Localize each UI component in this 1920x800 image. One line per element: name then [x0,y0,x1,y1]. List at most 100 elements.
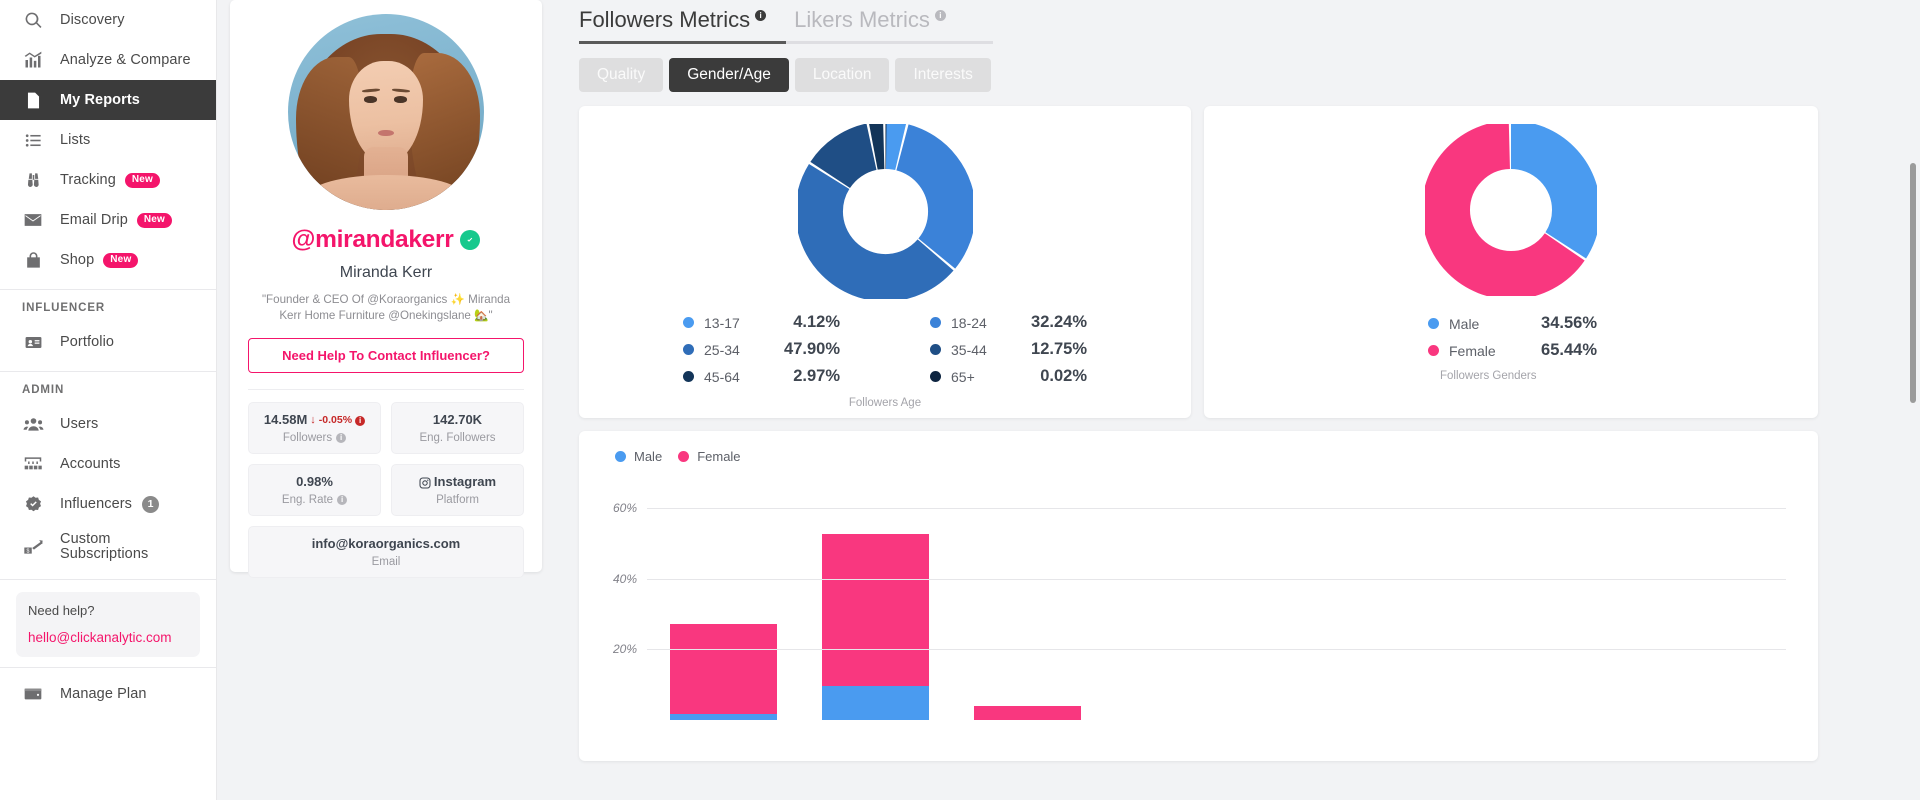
bar-segment-female[interactable] [973,705,1081,720]
sidebar-item-label: Accounts [60,456,121,472]
stat-value-row: 14.58M ↓ -0.05% i [263,412,366,428]
legend-label: 13-17 [704,314,740,331]
metrics-tabs: Followers Metrics i Likers Metrics i [579,0,1896,44]
legend-value: 4.12% [793,313,840,331]
help-box: Need help? hello@clickanalytic.com [16,592,200,657]
info-icon[interactable]: i [355,415,366,426]
stat-value-row: info@koraorganics.com [312,536,460,552]
bar-slot [951,705,1103,720]
stacked-bar[interactable] [821,533,929,720]
sidebar-item-users[interactable]: Users [0,404,216,444]
stat-value: 0.98% [296,474,333,490]
sidebar-divider [0,289,216,290]
age-chart-caption: Followers Age [848,397,922,409]
vertical-scrollbar[interactable] [1910,163,1916,403]
legend-item: 13-17 4.12% [683,309,840,336]
profile-stats-grid: 14.58M ↓ -0.05% i Followers i 142.70K En… [248,402,524,578]
y-axis-tick-label: 20% [612,642,637,657]
bar-chart-plot: 20% 40% 60% [613,480,1786,720]
sidebar-badge-count: 1 [142,495,160,513]
stacked-bar[interactable] [669,624,777,720]
stat-label-row: Email [372,556,401,568]
stat-label-row: Eng. Followers [419,432,495,444]
legend-item: 65+ 0.02% [930,363,1087,390]
tab-followers-metrics[interactable]: Followers Metrics i [579,7,767,44]
stacked-bar[interactable] [973,705,1081,720]
info-icon[interactable]: i [337,494,348,505]
stat-label: Platform [436,493,479,506]
stat-eng-followers[interactable]: 142.70K Eng. Followers [391,402,524,454]
stat-followers[interactable]: 14.58M ↓ -0.05% i Followers i [248,402,381,454]
legend-item: Female [678,449,741,464]
tab-label: Likers Metrics [794,7,930,32]
sidebar-item-portfolio[interactable]: Portfolio [0,322,216,362]
pill-location[interactable]: Location [794,58,890,92]
pill-gender-age[interactable]: Gender/Age [669,58,789,92]
bar-segment-male[interactable] [669,714,777,720]
legend-color-swatch [683,344,694,355]
bar-segment-female[interactable] [669,624,777,715]
legend-value: 2.97% [793,367,840,385]
pill-interests[interactable]: Interests [895,58,991,92]
tab-likers-metrics[interactable]: Likers Metrics i [794,7,946,44]
sidebar-item-label: Portfolio [60,334,115,350]
stat-platform[interactable]: Instagram Platform [391,464,524,516]
legend-label: Male [634,449,663,464]
age-legend: 13-17 4.12% 18-24 32.24% 25-34 47.90% 35-44 12.… [579,309,1191,390]
sidebar-item-my-reports[interactable]: My Reports [0,80,216,120]
info-icon[interactable]: i [934,10,946,21]
legend-color-swatch [615,451,626,462]
bar-segment-female[interactable] [821,533,929,687]
stat-eng-rate[interactable]: 0.98% Eng. Rate i [248,464,381,516]
sidebar-item-lists[interactable]: Lists [0,120,216,160]
gender-chart-caption: Followers Genders [1440,370,1537,382]
bar-segment-male[interactable] [821,686,929,720]
sidebar-item-label: My Reports [60,92,140,108]
sidebar-item-email-drip[interactable]: Email Drip New [0,200,216,240]
stat-label: Followers [282,431,333,444]
wallet-icon [22,683,44,705]
profile-handle[interactable]: @mirandakerr [292,226,454,254]
stat-value: 14.58M [263,412,308,428]
sidebar-item-analyze-compare[interactable]: Analyze & Compare [0,40,216,80]
stat-value-row: Instagram [419,474,496,490]
legend-color-swatch [930,371,941,382]
legend-item: 35-44 12.75% [930,336,1087,363]
chart-line-icon [22,49,44,71]
sidebar-main-group: Discovery Analyze & Compare My Reports L… [0,0,216,280]
age-donut-chart [797,124,973,299]
legend-value: 12.75% [1031,340,1087,358]
sidebar-item-accounts[interactable]: Accounts [0,444,216,484]
sidebar-item-label: Custom Subscriptions [60,531,149,562]
sidebar-item-influencers[interactable]: Influencers 1 [0,484,216,524]
sidebar-item-tracking[interactable]: Tracking New [0,160,216,200]
stat-email[interactable]: info@koraorganics.com Email [248,526,524,578]
sidebar-item-discovery[interactable]: Discovery [0,0,216,40]
profile-bio: "Founder & CEO Of @Koraorganics ✨ Mirand… [261,293,511,322]
sidebar-item-shop[interactable]: Shop New [0,240,216,280]
envelope-icon [22,209,44,231]
trend-down-icon: ↓ [310,413,316,426]
shopping-bag-icon [22,249,44,271]
sidebar-item-manage-plan[interactable]: Manage Plan [0,674,216,714]
accounts-grid-icon [22,453,44,475]
legend-label: 45-64 [704,368,740,385]
sidebar: Discovery Analyze & Compare My Reports L… [0,0,217,800]
sidebar-section-influencer: INFLUENCER [22,302,106,314]
help-email-link[interactable]: hello@clickanalytic.com [28,630,188,645]
pill-quality[interactable]: Quality [579,58,664,92]
search-icon [22,9,44,31]
info-icon[interactable]: i [336,432,347,443]
sidebar-item-label: Influencers [60,496,133,512]
sidebar-item-custom-subscriptions[interactable]: $ Custom Subscriptions [0,524,216,570]
legend-value: 47.90% [784,340,840,358]
report-document-icon [22,89,44,111]
stat-value-row: 0.98% [296,474,333,490]
legend-value: 34.56% [1541,314,1597,332]
contact-influencer-button[interactable]: Need Help To Contact Influencer? [248,338,524,373]
info-icon[interactable]: i [755,10,767,21]
legend-color-swatch [1428,318,1439,329]
sidebar-item-label: Shop [60,252,95,268]
sidebar-divider [0,371,216,372]
legend-item: Female 65.44% [1428,337,1818,364]
